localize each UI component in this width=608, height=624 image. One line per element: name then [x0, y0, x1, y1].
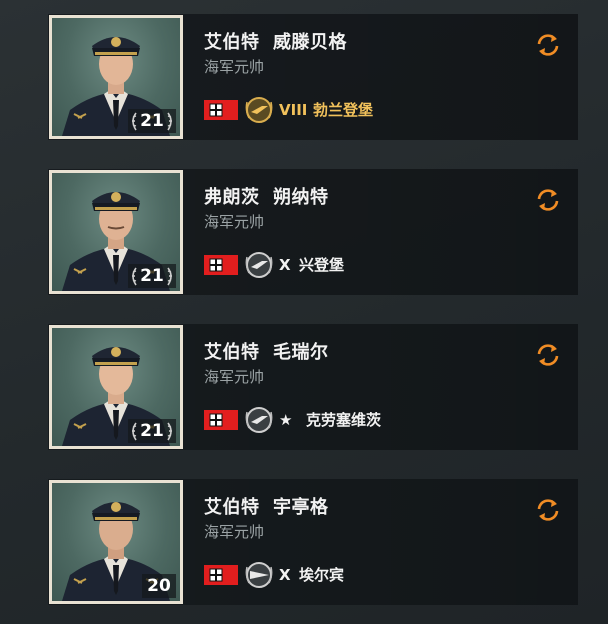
commander-name: 弗朗茨 朔纳特 [204, 187, 329, 208]
ship-tier: VIII [279, 101, 308, 119]
ship-name: 兴登堡 [299, 256, 345, 274]
germany-flag-icon [204, 100, 238, 120]
ship-tier: ★ [279, 411, 293, 429]
ship-name: 勃兰登堡 [313, 101, 374, 119]
commander-rank: 海军元帅 [204, 213, 265, 231]
germany-flag-icon [204, 565, 238, 585]
commander-rank: 海军元帅 [204, 523, 265, 541]
refresh-icon[interactable] [534, 186, 562, 214]
refresh-icon[interactable] [534, 496, 562, 524]
commander-level-badge: 21 [128, 264, 176, 288]
commander-portrait[interactable]: 20 [49, 480, 183, 604]
commander-portrait[interactable]: 21 [49, 15, 183, 139]
commander-level-badge: 21 [128, 419, 176, 443]
ship-emblem-icon [245, 407, 273, 433]
commander-row[interactable]: 21 弗朗茨 朔纳特 海军元帅 X 兴登堡 [48, 169, 578, 295]
commander-portrait[interactable]: 21 [49, 325, 183, 449]
commander-row[interactable]: 20 艾伯特 宇亭格 海军元帅 X 埃尔宾 [48, 479, 578, 605]
commander-level-badge: 20 [142, 574, 176, 598]
refresh-icon[interactable] [534, 341, 562, 369]
commander-list: 21 艾伯特 威滕贝格 海军元帅 VIII 勃兰登堡 21 弗朗茨 朔纳特 海军… [0, 0, 608, 624]
commander-portrait[interactable]: 21 [49, 170, 183, 294]
ship-tier: X [279, 256, 291, 274]
refresh-icon[interactable] [534, 31, 562, 59]
commander-level-badge: 21 [128, 109, 176, 133]
germany-flag-icon [204, 255, 238, 275]
ship-tier: X [279, 566, 291, 584]
ship-name: 埃尔宾 [299, 566, 345, 584]
premium-ship-emblem-icon [245, 97, 273, 123]
germany-flag-icon [204, 410, 238, 430]
commander-level: 20 [147, 576, 171, 596]
commander-name: 艾伯特 宇亭格 [204, 497, 329, 518]
ship-name: 克劳塞维茨 [306, 411, 382, 429]
commander-row[interactable]: 21 艾伯特 毛瑞尔 海军元帅 ★ 克劳塞维茨 [48, 324, 578, 450]
commander-rank: 海军元帅 [204, 368, 265, 386]
commander-name: 艾伯特 毛瑞尔 [204, 342, 329, 363]
destroyer-emblem-icon [245, 562, 273, 588]
commander-name: 艾伯特 威滕贝格 [204, 32, 348, 53]
commander-row[interactable]: 21 艾伯特 威滕贝格 海军元帅 VIII 勃兰登堡 [48, 14, 578, 140]
commander-level: 21 [140, 266, 164, 286]
ship-emblem-icon [245, 252, 273, 278]
commander-level: 21 [140, 421, 164, 441]
commander-level: 21 [140, 111, 164, 131]
commander-rank: 海军元帅 [204, 58, 265, 76]
